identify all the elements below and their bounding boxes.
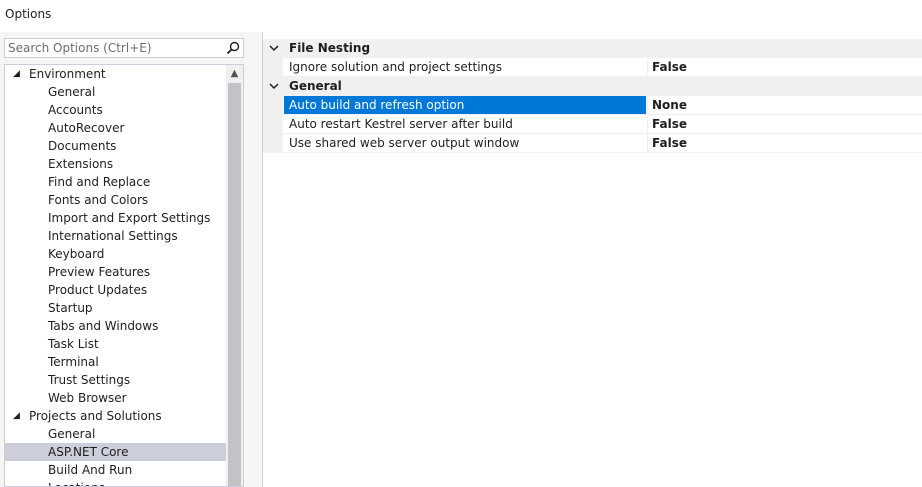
tree-category[interactable]: ◢ Environment — [5, 65, 227, 83]
tree-item-label: Import and Export Settings — [48, 211, 211, 225]
row-gutter — [263, 115, 283, 134]
tree-item-label: Locations — [48, 481, 105, 486]
pane-splitter[interactable] — [248, 32, 262, 487]
property-name[interactable]: Use shared web server output window — [284, 134, 646, 152]
tree-item[interactable]: General — [5, 83, 227, 101]
property-name[interactable]: Auto restart Kestrel server after build — [284, 115, 646, 133]
tree-item-label: Terminal — [48, 355, 99, 369]
tree-item-label: ASP.NET Core — [48, 445, 129, 459]
tree-item-label: Preview Features — [48, 265, 151, 279]
tree-item[interactable]: Accounts — [5, 101, 227, 119]
tree-item-label: International Settings — [48, 229, 178, 243]
triangle-expanded-icon[interactable]: ◢ — [13, 407, 20, 425]
tree-item-label: Task List — [48, 337, 99, 351]
tree-scrollbar[interactable]: ▲ — [226, 65, 243, 486]
tree-list: ◢ Environment General Accounts AutoRecover Do… — [5, 65, 227, 486]
tree-item-label: Keyboard — [48, 247, 105, 261]
search-input[interactable] — [5, 39, 220, 57]
tree-item-label: Environment — [29, 67, 106, 81]
row-gutter — [263, 96, 283, 115]
tree-item[interactable]: Web Browser — [5, 389, 227, 407]
tree-item[interactable]: AutoRecover — [5, 119, 227, 137]
property-value[interactable]: False — [647, 134, 922, 152]
property-category[interactable]: File Nesting — [263, 39, 922, 58]
tree-category[interactable]: ◢ Projects and Solutions — [5, 407, 227, 425]
property-value[interactable]: False — [647, 58, 922, 76]
tree-item-label: Web Browser — [48, 391, 127, 405]
property-grid: File Nesting Ignore solution and project … — [262, 32, 922, 487]
title-bar: Options — [0, 0, 922, 32]
tree-item-label: Projects and Solutions — [29, 409, 162, 423]
options-tree[interactable]: ◢ Environment General Accounts AutoRecover Do… — [4, 64, 244, 487]
property-name[interactable]: Ignore solution and project settings — [284, 58, 646, 76]
tree-item-label: Accounts — [48, 103, 103, 117]
tree-item[interactable]: Product Updates — [5, 281, 227, 299]
tree-item[interactable]: Build And Run — [5, 461, 227, 479]
tree-item[interactable]: Import and Export Settings — [5, 209, 227, 227]
property-name[interactable]: Auto build and refresh option — [284, 96, 646, 114]
row-gutter — [263, 134, 283, 153]
tree-item[interactable]: ASP.NET Core — [5, 443, 227, 461]
tree-item[interactable]: Tabs and Windows — [5, 317, 227, 335]
tree-item[interactable]: General — [5, 425, 227, 443]
tree-item[interactable]: Find and Replace — [5, 173, 227, 191]
tree-item-label: General — [48, 427, 96, 441]
triangle-expanded-icon[interactable]: ◢ — [13, 65, 20, 83]
row-gutter — [263, 58, 283, 77]
tree-item-label: Product Updates — [48, 283, 148, 297]
category-label: General — [289, 79, 342, 93]
property-row[interactable]: Use shared web server output window False — [263, 134, 922, 153]
scroll-thumb[interactable] — [228, 83, 241, 486]
property-value[interactable]: False — [647, 115, 922, 133]
property-row[interactable]: Ignore solution and project settings Fals… — [263, 58, 922, 77]
tree-item-label: General — [48, 85, 96, 99]
tree-item[interactable]: Preview Features — [5, 263, 227, 281]
tree-item[interactable]: Startup — [5, 299, 227, 317]
tree-item[interactable]: International Settings — [5, 227, 227, 245]
tree-item[interactable]: Extensions — [5, 155, 227, 173]
property-row[interactable]: Auto restart Kestrel server after build F… — [263, 115, 922, 134]
tree-item-label: Build And Run — [48, 463, 133, 477]
tree-item-label: Fonts and Colors — [48, 193, 149, 207]
tree-item-label: Startup — [48, 301, 93, 315]
tree-item-label: Tabs and Windows — [48, 319, 159, 333]
left-pane: ◢ Environment General Accounts AutoRecover Do… — [0, 32, 248, 487]
tree-item-label: Extensions — [48, 157, 114, 171]
search-icon[interactable] — [226, 41, 240, 55]
tree-item[interactable]: Trust Settings — [5, 371, 227, 389]
tree-item-label: Documents — [48, 139, 117, 153]
tree-item-label: Trust Settings — [48, 373, 131, 387]
property-row[interactable]: Auto build and refresh option None — [263, 96, 922, 115]
search-box[interactable] — [4, 38, 244, 58]
tree-item-label: AutoRecover — [48, 121, 125, 135]
tree-item[interactable]: Terminal — [5, 353, 227, 371]
tree-item[interactable]: Documents — [5, 137, 227, 155]
tree-item[interactable]: Fonts and Colors — [5, 191, 227, 209]
window-title: Options — [5, 7, 52, 21]
tree-item-label: Find and Replace — [48, 175, 151, 189]
tree-item[interactable]: Locations — [5, 479, 227, 486]
category-label: File Nesting — [289, 41, 371, 55]
scroll-up-arrow-icon[interactable]: ▲ — [226, 65, 243, 82]
property-category[interactable]: General — [263, 77, 922, 96]
tree-item[interactable]: Keyboard — [5, 245, 227, 263]
property-value[interactable]: None — [647, 96, 922, 114]
tree-item[interactable]: Task List — [5, 335, 227, 353]
